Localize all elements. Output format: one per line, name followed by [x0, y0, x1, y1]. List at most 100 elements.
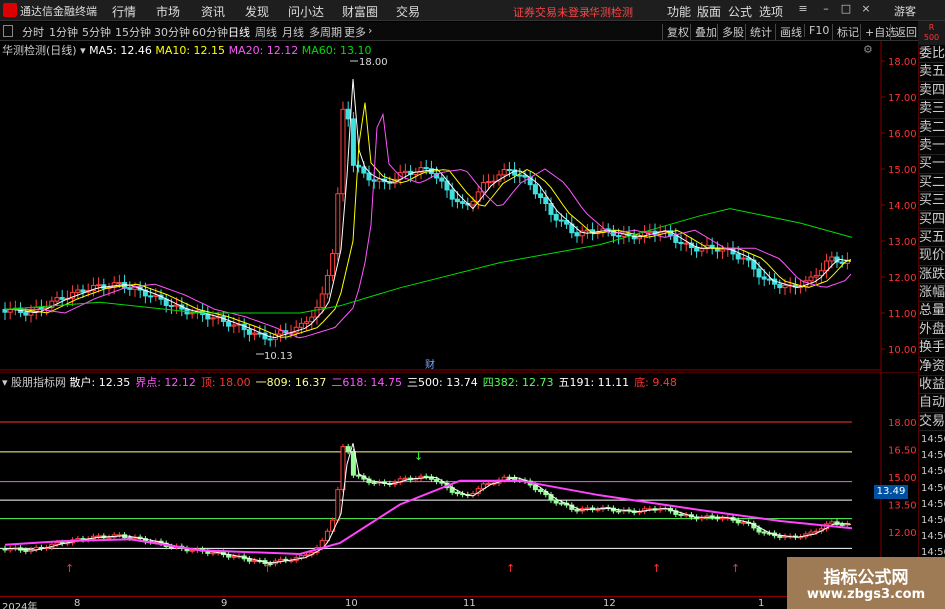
toolbar-draw[interactable]: 画线: [775, 24, 802, 40]
side-panel-item[interactable]: 现价: [919, 247, 945, 266]
menu-item-layout[interactable]: 版面: [697, 3, 721, 20]
period-monthly[interactable]: 月线: [282, 24, 304, 40]
indicator-name[interactable]: 股朋指标网: [11, 376, 66, 389]
period-weekly[interactable]: 周线: [255, 24, 277, 40]
side-panel-item[interactable]: 自动: [919, 394, 945, 413]
chart-toggle-icon[interactable]: [3, 25, 13, 37]
side-panel-item[interactable]: 总量: [919, 302, 945, 321]
indicator-candle-body: [777, 535, 783, 538]
main-candle-body: [553, 213, 559, 221]
indicator-candle-body: [278, 558, 284, 562]
toolbar-overlay[interactable]: 叠加: [690, 24, 717, 40]
login-notice[interactable]: 证券交易未登录: [513, 4, 590, 20]
menu-item-wealth[interactable]: 财富圈: [342, 3, 378, 20]
side-panel-item[interactable]: 买五: [919, 229, 945, 248]
date-axis: 2024年 8 9 10 11 12 1: [0, 596, 918, 609]
toolbar-f10[interactable]: F10: [804, 24, 829, 37]
main-candle-body: [153, 294, 159, 298]
side-panel-item[interactable]: 买三: [919, 192, 945, 211]
main-candle-body: [350, 118, 356, 166]
settings-icon[interactable]: ⚙: [863, 43, 873, 56]
menu-item-quotes[interactable]: 行情: [112, 3, 136, 20]
period-15min[interactable]: 15分钟: [115, 24, 151, 40]
side-panel-item[interactable]: 换手: [919, 339, 945, 358]
period-1min[interactable]: 1分钟: [49, 24, 78, 40]
window-menu-icon[interactable]: ≡: [795, 2, 811, 18]
side-panel-item[interactable]: 买四: [919, 211, 945, 229]
maximize-icon[interactable]: □: [838, 2, 854, 18]
side-panel-item[interactable]: 买二: [919, 174, 945, 193]
indicator-candle-body: [345, 446, 351, 452]
menu-item-formula[interactable]: 公式: [728, 3, 752, 20]
side-panel-item[interactable]: 涨幅: [919, 284, 945, 303]
indicator-legend: ▾ 股朋指标网 散户: 12.35 界点: 12.12 顶: 18.00 一809: …: [2, 374, 682, 390]
main-candle-body: [766, 278, 772, 281]
side-panel-item[interactable]: 净资: [919, 358, 945, 377]
main-candle-body: [168, 304, 174, 307]
period-30min[interactable]: 30分钟: [154, 24, 190, 40]
main-kline-chart[interactable]: 18.00 17.00 16.00 15.00 14.00 13.00 12.00 11.00…: [0, 41, 918, 371]
toolbar-mark[interactable]: 标记: [832, 24, 859, 40]
side-panel-item[interactable]: 卖三: [919, 100, 945, 119]
side-panel-item[interactable]: 外盘: [919, 321, 945, 340]
indicator-ytick-label: 18.00: [888, 418, 917, 429]
side-panel-item[interactable]: 卖四: [919, 82, 945, 101]
menu-item-discover[interactable]: 发现: [245, 3, 269, 20]
time-tick: 14:56: [921, 434, 945, 445]
side-panel-item[interactable]: 涨跌: [919, 266, 945, 285]
period-60min[interactable]: 60分钟: [192, 24, 228, 40]
menu-item-ask[interactable]: 问小达: [288, 3, 324, 20]
menu-item-trade[interactable]: 交易: [396, 3, 420, 20]
menu-item-news[interactable]: 资讯: [201, 3, 225, 20]
side-panel-item[interactable]: 委比: [919, 45, 945, 64]
xaxis-label-year: 2024年: [2, 602, 38, 609]
period-daily[interactable]: 日线: [228, 24, 250, 40]
main-candle-body: [548, 203, 554, 215]
side-panel-item[interactable]: 卖五: [919, 63, 945, 82]
side-panel-item[interactable]: 卖一: [919, 137, 945, 156]
stock-name-notice[interactable]: 华测检测: [589, 4, 633, 20]
main-candle-body: [647, 230, 653, 233]
indicator-chevron-icon[interactable]: ▾: [2, 376, 8, 389]
period-5min[interactable]: 5分钟: [82, 24, 111, 40]
toolbar-adjust[interactable]: 复权: [662, 24, 689, 40]
main-candle-body: [486, 181, 492, 184]
period-multi[interactable]: 多周期: [309, 24, 342, 40]
main-candle-body: [699, 248, 705, 252]
toolbar-multi[interactable]: 多股: [717, 24, 744, 40]
stock-label[interactable]: 华测检测(日线): [2, 44, 77, 57]
main-candle-body: [829, 256, 835, 262]
main-candle-body: [538, 193, 544, 199]
period-intraday[interactable]: 分时: [22, 24, 44, 40]
indicator-candle-body: [720, 517, 726, 520]
menu-item-functions[interactable]: 功能: [667, 3, 691, 20]
indicator-chart[interactable]: 18.0016.5015.0013.5012.00 ↑↑↑↑↑↑↓: [0, 372, 918, 594]
main-candle-body: [605, 228, 611, 231]
close-icon[interactable]: ×: [858, 2, 874, 18]
indicator-candle-body: [324, 530, 330, 542]
side-panel-item[interactable]: 卖二: [919, 119, 945, 137]
main-candle-body: [694, 247, 700, 252]
main-ytick-label: 13.00: [888, 237, 917, 248]
side-panel-item[interactable]: 买一: [919, 155, 945, 174]
toolbar-back[interactable]: 返回: [890, 24, 917, 40]
side-panel-item[interactable]: 收益: [919, 376, 945, 395]
more-chevron-icon[interactable]: ›: [368, 24, 372, 37]
indicator-candle-body: [350, 450, 356, 476]
menu-item-options[interactable]: 选项: [759, 3, 783, 20]
guest-label[interactable]: 游客: [894, 3, 916, 19]
finance-marker[interactable]: 财: [425, 358, 435, 371]
minimize-icon[interactable]: –: [818, 2, 834, 18]
indicator-legend-items: 散户: 12.35 界点: 12.12 顶: 18.00 一809: 16.37 二61…: [70, 376, 682, 389]
menu-item-market[interactable]: 市场: [156, 3, 180, 20]
main-candle-body: [330, 253, 336, 277]
indicator-legend-item: 顶: 18.00: [200, 376, 251, 389]
main-candle-body: [558, 219, 564, 222]
indicator-candle-body: [54, 541, 60, 545]
legend-chevron-icon[interactable]: ▾: [80, 44, 86, 57]
side-panel-item[interactable]: 交易: [919, 413, 945, 432]
toolbar-stats[interactable]: 统计: [745, 24, 772, 40]
watermark-url: www.zbgs3.com: [806, 587, 926, 602]
indicator-legend-item: 散户: 12.35: [69, 376, 131, 389]
period-more[interactable]: 更多: [344, 24, 366, 40]
